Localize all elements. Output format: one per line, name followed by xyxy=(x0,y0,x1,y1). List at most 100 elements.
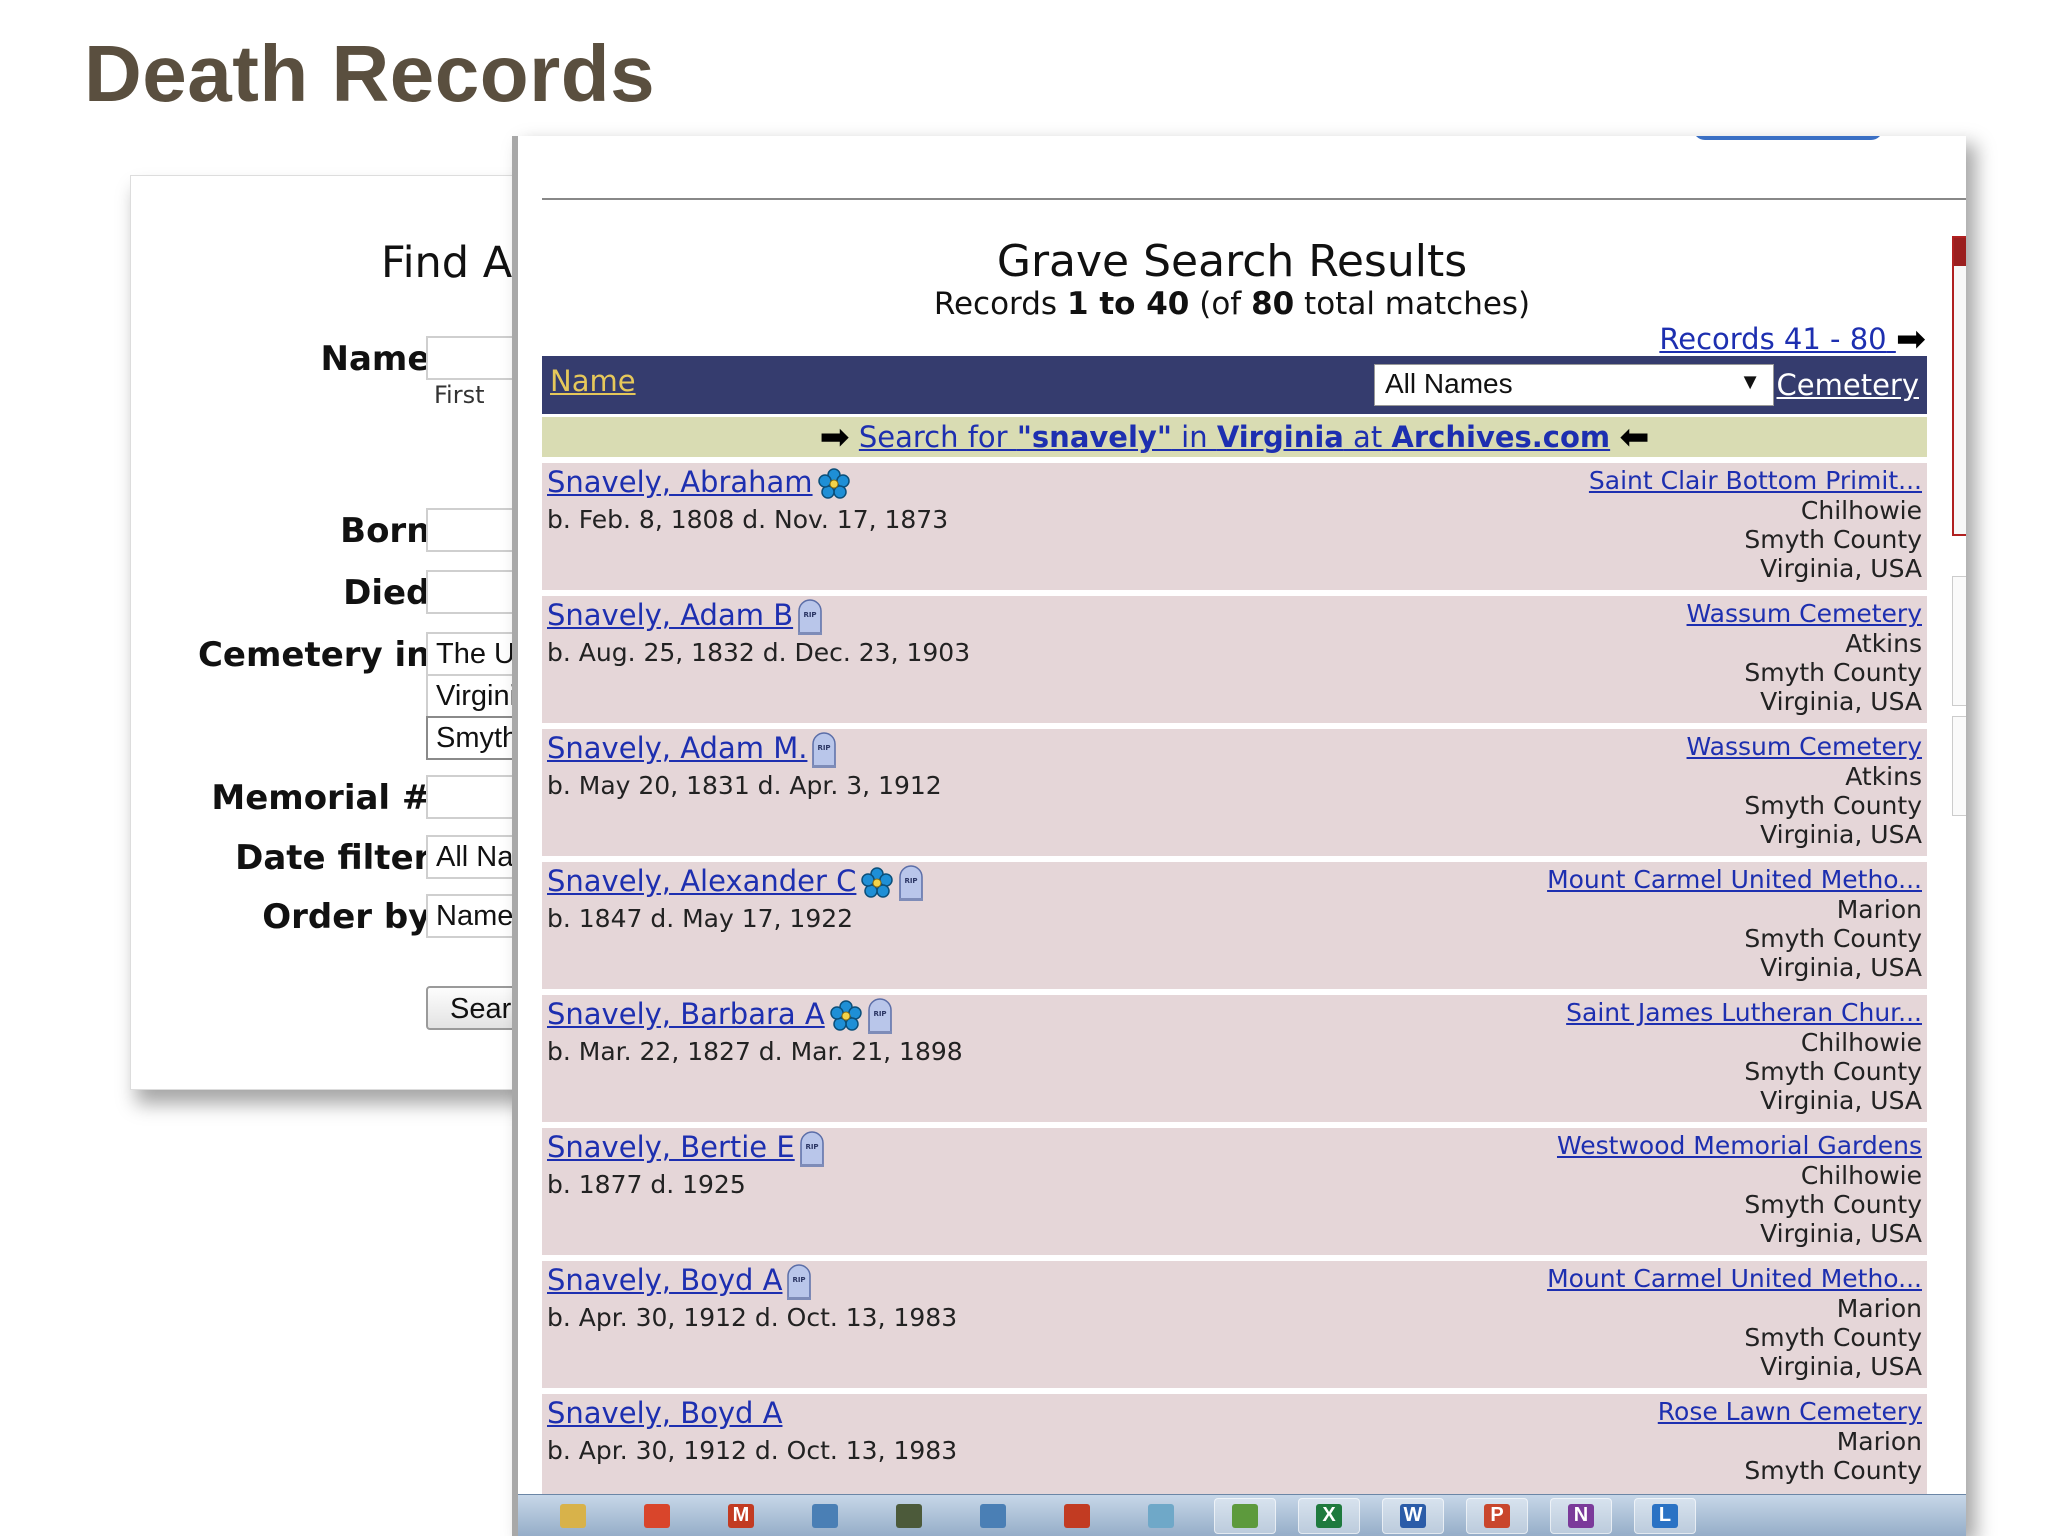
record-icons: RIP xyxy=(860,862,924,904)
powerpoint-icon[interactable]: P xyxy=(1466,1497,1528,1534)
result-row: Snavely, Adam B RIP b. Aug. 25, 1832 d. De… xyxy=(542,596,1927,723)
results-window: Grave Search Results Records 1 to 40 (of… xyxy=(512,136,1966,1536)
life-dates: b. May 20, 1831 d. Apr. 3, 1912 xyxy=(547,771,942,800)
app-icon-glyph xyxy=(1232,1503,1258,1528)
cemetery-in-label: Cemetery in: xyxy=(197,635,444,675)
side-widget-edge xyxy=(1952,576,1966,706)
onenote-icon-glyph: N xyxy=(1568,1503,1594,1528)
record-icons: RIP xyxy=(811,729,837,771)
life-dates: b. 1877 d. 1925 xyxy=(547,1170,746,1199)
name-filter-select[interactable]: All Names ▼ xyxy=(1374,364,1774,406)
app-icon[interactable] xyxy=(1130,1498,1192,1534)
folder-icon[interactable] xyxy=(542,1498,604,1534)
sort-by-name-link[interactable]: Name xyxy=(550,364,636,398)
gmail-icon[interactable]: M xyxy=(710,1498,772,1534)
arrow-left-icon: ⬅ xyxy=(1619,417,1650,458)
lync-icon[interactable]: L xyxy=(1634,1497,1696,1534)
search-form-panel: Find A Name: First Born: Died: Cemetery … xyxy=(130,175,550,1090)
cemetery-link[interactable]: Mount Carmel United Metho... xyxy=(1547,865,1922,894)
person-name-link[interactable]: Snavely, Adam B xyxy=(547,598,793,632)
archives-search-banner[interactable]: ➡ Search for "snavely" in Virginia at Ar… xyxy=(542,417,1927,458)
onenote-icon[interactable]: N xyxy=(1550,1497,1612,1534)
cemetery-link[interactable]: Mount Carmel United Metho... xyxy=(1547,1264,1922,1293)
cemetery-state: Virginia, USA xyxy=(1760,820,1922,849)
life-dates: b. Apr. 30, 1912 d. Oct. 13, 1983 xyxy=(547,1303,958,1332)
cemetery-city: Atkins xyxy=(1845,762,1922,791)
order-by-label: Order by: xyxy=(262,897,444,937)
person-name-link[interactable]: Snavely, Abraham xyxy=(547,465,813,499)
powerpoint-icon-glyph: P xyxy=(1484,1503,1510,1528)
person-name-link[interactable]: Snavely, Bertie E xyxy=(547,1130,795,1164)
headstone-icon: RIP xyxy=(799,1131,825,1167)
word-icon[interactable]: W xyxy=(1382,1497,1444,1534)
slide-title: Death Records xyxy=(84,29,656,118)
cemetery-city: Marion xyxy=(1836,895,1922,924)
records-total: 80 xyxy=(1251,286,1295,322)
cemetery-link[interactable]: Westwood Memorial Gardens xyxy=(1557,1131,1922,1160)
headstone-icon: RIP xyxy=(867,998,893,1034)
person-name-link[interactable]: Snavely, Alexander C xyxy=(547,864,856,898)
results-summary: Records 1 to 40 (of 80 total matches) xyxy=(933,286,1531,322)
cemetery-state: Virginia, USA xyxy=(1760,687,1922,716)
cemetery-link[interactable]: Saint James Lutheran Chur... xyxy=(1566,998,1922,1027)
results-header-bar: Name All Names ▼ Cemetery xyxy=(542,356,1927,414)
app-icon[interactable] xyxy=(878,1498,940,1534)
headstone-icon: RIP xyxy=(786,1264,812,1300)
next-records-link[interactable]: Records 41 - 80 ➡ xyxy=(1659,319,1926,360)
cemetery-state: Virginia, USA xyxy=(1760,953,1922,982)
top-button-edge[interactable] xyxy=(1693,136,1883,140)
cemetery-city: Chilhowie xyxy=(1800,1161,1922,1190)
cemetery-county: Smyth County xyxy=(1744,525,1922,554)
cemetery-link[interactable]: Wassum Cemetery xyxy=(1687,732,1922,761)
app-icon-glyph xyxy=(980,1503,1006,1528)
results-list: Snavely, Abraham b. Feb. 8, 1808 d. Nov. … xyxy=(542,463,1927,1527)
headstone-icon: RIP xyxy=(898,865,924,901)
record-icons: RIP xyxy=(786,1261,812,1303)
results-title: Grave Search Results xyxy=(996,236,1468,287)
svg-text:RIP: RIP xyxy=(873,1010,886,1018)
person-name-link[interactable]: Snavely, Adam M. xyxy=(547,731,807,765)
cemetery-link[interactable]: Rose Lawn Cemetery xyxy=(1658,1397,1922,1426)
life-dates: b. Apr. 30, 1912 d. Oct. 13, 1983 xyxy=(547,1436,958,1465)
flower-icon xyxy=(817,467,851,501)
gmail-icon-glyph: M xyxy=(728,1503,754,1528)
excel-icon[interactable]: X xyxy=(1298,1497,1360,1534)
flower-icon xyxy=(829,999,863,1033)
date-filter-label: Date filter: xyxy=(235,838,444,878)
headstone-icon: RIP xyxy=(797,599,823,635)
form-heading: Find A xyxy=(381,238,513,288)
svg-text:RIP: RIP xyxy=(805,1143,818,1151)
record-icons xyxy=(817,463,851,505)
word-icon-glyph: W xyxy=(1400,1503,1426,1528)
person-name-link[interactable]: Snavely, Boyd A xyxy=(547,1396,782,1430)
person-name-link[interactable]: Snavely, Boyd A xyxy=(547,1263,782,1297)
lync-icon-glyph: L xyxy=(1652,1503,1678,1528)
cemetery-link[interactable]: Saint Clair Bottom Primit... xyxy=(1589,466,1922,495)
headstone-icon: RIP xyxy=(811,732,837,768)
chrome-icon[interactable] xyxy=(626,1498,688,1534)
archives-search-link[interactable]: Search for "snavely" in Virginia at Arch… xyxy=(859,420,1610,454)
pdf-icon[interactable] xyxy=(1046,1498,1108,1534)
arrow-right-icon: ➡ xyxy=(1895,319,1926,360)
cemetery-county: Smyth County xyxy=(1744,924,1922,953)
result-row: Snavely, Bertie E RIP b. 1877 d. 1925 Westw… xyxy=(542,1128,1927,1255)
cemetery-county: Smyth County xyxy=(1744,1057,1922,1086)
cemetery-link[interactable]: Wassum Cemetery xyxy=(1687,599,1922,628)
folder-icon-glyph xyxy=(560,1503,586,1528)
life-dates: b. Mar. 22, 1827 d. Mar. 21, 1898 xyxy=(547,1037,963,1066)
app-icon[interactable] xyxy=(794,1498,856,1534)
side-widget-edge xyxy=(1952,716,1966,816)
app-icon[interactable] xyxy=(1214,1497,1276,1534)
result-row: Snavely, Abraham b. Feb. 8, 1808 d. Nov. … xyxy=(542,463,1927,590)
svg-text:RIP: RIP xyxy=(803,611,816,619)
person-name-link[interactable]: Snavely, Barbara A xyxy=(547,997,825,1031)
dropdown-arrow-icon: ▼ xyxy=(1739,369,1761,394)
sort-by-cemetery-link[interactable]: Cemetery xyxy=(1777,368,1919,402)
chrome-icon-glyph xyxy=(644,1503,670,1528)
result-row: Snavely, Adam M. RIP b. May 20, 1831 d. Ap… xyxy=(542,729,1927,856)
app-icon-glyph xyxy=(896,1503,922,1528)
cemetery-city: Chilhowie xyxy=(1800,1028,1922,1057)
app-icon[interactable] xyxy=(962,1498,1024,1534)
cemetery-county: Smyth County xyxy=(1744,1190,1922,1219)
cemetery-state: Virginia, USA xyxy=(1760,1086,1922,1115)
